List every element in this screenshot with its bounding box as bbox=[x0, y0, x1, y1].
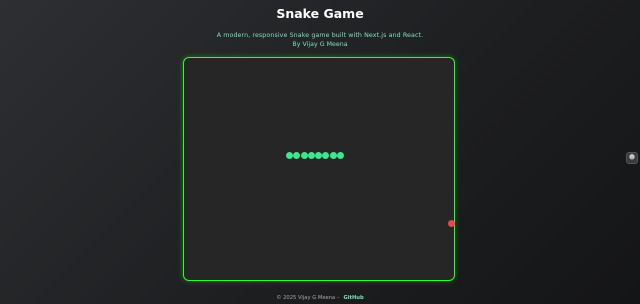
header: Snake Game A modern, responsive Snake ga… bbox=[0, 6, 640, 49]
page-title: Snake Game bbox=[276, 6, 364, 21]
footer: © 2025 Vijay G Meena – GitHub bbox=[0, 295, 640, 302]
snake-segment bbox=[300, 152, 308, 159]
snake-segment bbox=[307, 152, 315, 159]
snake bbox=[286, 152, 345, 159]
snake-head bbox=[337, 152, 345, 159]
page-subtitle: A modern, responsive Snake game built wi… bbox=[216, 32, 424, 39]
page: { "header": { "title": "Snake Game", "su… bbox=[0, 0, 640, 304]
snake-segment bbox=[315, 152, 323, 159]
chat-bot-icon: ☻ bbox=[628, 154, 636, 161]
snake-segment bbox=[286, 152, 293, 159]
footer-copyright: © 2025 Vijay G Meena – bbox=[276, 295, 340, 301]
snake-segment bbox=[322, 152, 330, 159]
food-apple bbox=[448, 220, 455, 227]
author-credit: By Vijay G Meena bbox=[292, 40, 348, 48]
snake-segment bbox=[329, 152, 337, 159]
game-board[interactable] bbox=[183, 57, 455, 281]
github-link[interactable]: GitHub bbox=[343, 295, 363, 301]
side-panel-toggle-button[interactable]: ☻ bbox=[626, 152, 638, 164]
snake-segment bbox=[293, 152, 301, 159]
